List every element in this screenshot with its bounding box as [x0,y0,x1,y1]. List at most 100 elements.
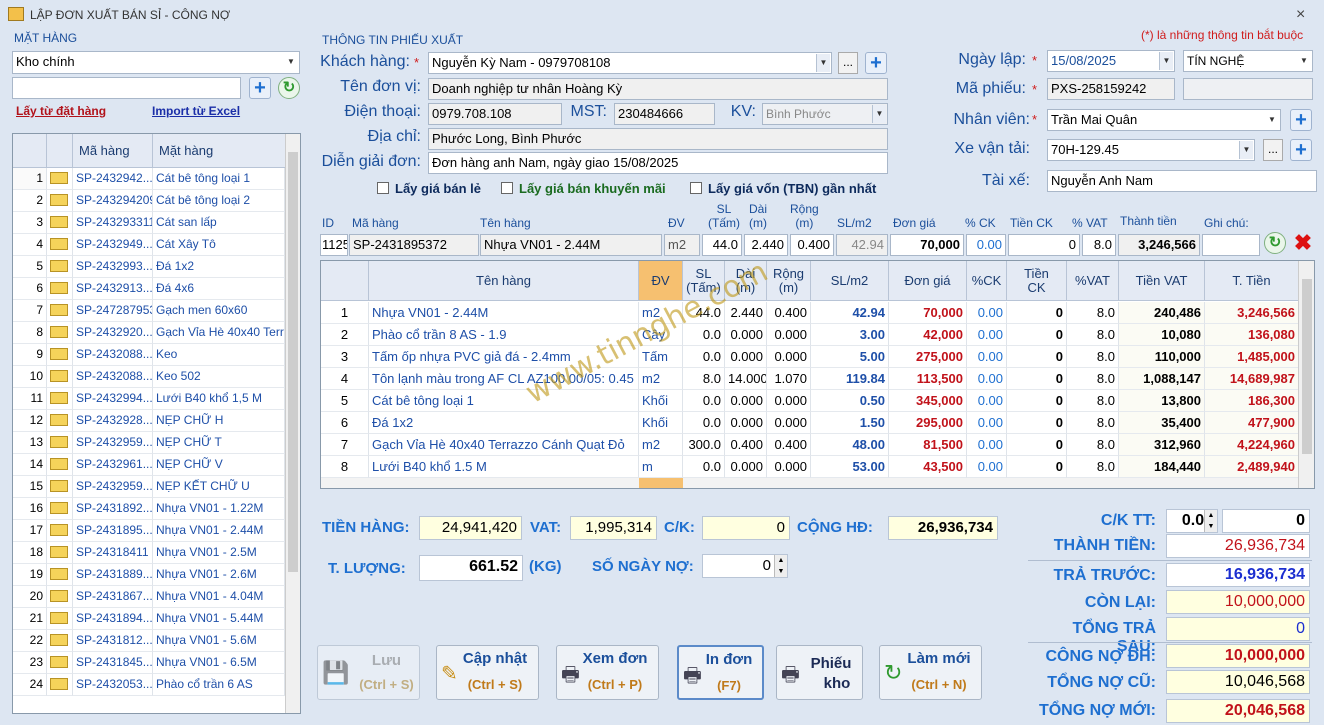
warehouse-select[interactable]: Kho chính ▼ [12,51,300,74]
table-row[interactable]: 24 SP-2432053... Phào cổ trần 6 AS [13,674,285,696]
driver-field[interactable]: Nguyễn Anh Nam [1047,170,1317,192]
table-row[interactable]: 8 SP-2432920... Gạch Vỉa Hè 40x40 Terraz… [13,322,285,344]
items-column-header[interactable]: Tiền VAT [1119,261,1205,301]
table-row[interactable]: 21 SP-2431894... Nhựa VN01 - 5.44M [13,608,285,630]
entry-discount-amount-field[interactable]: 0 [1008,234,1080,256]
view-order-button[interactable]: 🖶 Xem đơn (Ctrl + P) [556,645,659,700]
branch-select[interactable]: TÍN NGHỆ ▼ [1183,50,1313,72]
add-product-icon[interactable]: + [249,77,271,99]
payment-summary-value[interactable]: 10,000,000 [1166,644,1310,668]
entry-discount-field[interactable]: 0.00 [966,234,1006,256]
table-row[interactable]: 7 Gạch Vỉa Hè 40x40 Terrazzo Cánh Quạt Đỏ… [321,434,1299,456]
table-row[interactable]: 13 SP-2432959... NẸP CHỮ T [13,432,285,454]
save-button[interactable]: 💾 Lưu (Ctrl + S) [317,645,420,700]
refresh-item-icon[interactable]: ↻ [1264,232,1286,254]
entry-length-field[interactable]: 2.440 [744,234,788,256]
table-row[interactable]: 4 Tôn lạnh màu trong AF CL AZ100 00/05: 0… [321,368,1299,390]
items-column-header[interactable]: T. Tiền [1205,261,1299,301]
entry-width-field[interactable]: 0.400 [790,234,834,256]
date-picker[interactable]: 15/08/2025 ▼ [1047,50,1175,72]
add-staff-icon[interactable]: + [1290,109,1312,131]
table-row[interactable]: 7 SP-247287953 Gạch men 60x60 [13,300,285,322]
add-customer-icon[interactable]: + [865,52,887,74]
promo-price-checkbox[interactable] [501,182,513,194]
table-row[interactable]: 22 SP-2431812... Nhựa VN01 - 5.6M [13,630,285,652]
table-row[interactable]: 4 SP-2432949... Cát Xây Tô [13,234,285,256]
entry-unit-field[interactable]: m2 [664,234,700,256]
scrollbar-thumb[interactable] [288,152,298,572]
new-button[interactable]: ↻ Làm mới (Ctrl + N) [879,645,982,700]
table-row[interactable]: 5 Cát bê tông loại 1 Khối 0.0 0.000 0.000 0.50… [321,390,1299,412]
product-list-scrollbar[interactable] [285,134,300,713]
items-column-header[interactable]: %VAT [1067,261,1119,301]
customer-more-button[interactable]: ... [838,52,858,74]
entry-price-field[interactable]: 70,000 [890,234,964,256]
table-row[interactable]: 16 SP-2431892... Nhựa VN01 - 1.22M [13,498,285,520]
address-field[interactable]: Phước Long, Bình Phước [428,128,888,150]
items-column-header[interactable]: Tiền CK [1007,261,1067,301]
items-column-header[interactable]: Tên hàng [369,261,639,301]
close-icon[interactable]: × [1296,6,1305,24]
unit-field[interactable]: Doanh nghiệp tư nhân Hoàng Kỳ [428,78,888,100]
entry-qty-field[interactable]: 44.0 [702,234,742,256]
entry-m2-field[interactable]: 42.94 [836,234,888,256]
table-row[interactable]: 15 SP-2432959... NẸP KẾT CHỮ U [13,476,285,498]
get-from-order-link[interactable]: Lấy từ đặt hàng [16,104,106,118]
retail-price-checkbox[interactable] [377,182,389,194]
discount-spinner-icon[interactable]: ▲ ▼ [1204,510,1217,532]
slip-code-field[interactable]: PXS-258159242 [1047,78,1175,100]
table-row[interactable]: 2 SP-243294209 Cát bê tông loại 2 [13,190,285,212]
table-row[interactable]: 23 SP-2431845... Nhựa VN01 - 6.5M [13,652,285,674]
table-row[interactable]: 14 SP-2432961... NẸP CHỮ V [13,454,285,476]
table-row[interactable]: 3 SP-243293311 Cát san lấp [13,212,285,234]
table-row[interactable]: 8 Lưới B40 khổ 1.5 Mm 0.0 0.000 0.000 53.00 43… [321,456,1299,478]
print-order-button[interactable]: 🖶 In đơn (F7) [677,645,764,700]
table-row[interactable]: 19 SP-2431889... Nhựa VN01 - 2.6M [13,564,285,586]
debt-days-spinner-icon[interactable]: ▲ ▼ [774,555,787,577]
table-row[interactable]: 18 SP-24318411 Nhựa VN01 - 2.5M [13,542,285,564]
payment-summary-value[interactable]: 26,936,734 [1166,534,1310,558]
table-row[interactable]: 1 Nhựa VN01 - 2.44M m2 44.0 2.440 0.400 42.94 7… [321,302,1299,324]
items-column-header[interactable]: SL/m2 [811,261,889,301]
phone-field[interactable]: 0979.708.108 [428,103,562,125]
column-header-name[interactable]: Mặt hàng [153,134,286,168]
table-row[interactable]: 12 SP-2432928... NẸP CHỮ H [13,410,285,432]
payment-summary-value[interactable]: 10,046,568 [1166,670,1310,694]
entry-total-field[interactable]: 3,246,566 [1118,234,1200,256]
table-row[interactable]: 3 Tấm ốp nhựa PVC giả đá - 2.4mm Tấm 0.0 0.0… [321,346,1299,368]
items-column-header[interactable]: %CK [967,261,1007,301]
entry-note-field[interactable] [1202,234,1260,256]
truck-more-button[interactable]: ... [1263,139,1283,161]
items-scrollbar[interactable] [1298,261,1314,488]
refresh-icon[interactable]: ↻ [278,77,300,99]
new-row[interactable] [321,478,1299,488]
customer-select[interactable]: Nguyễn Kỳ Nam - 0979708108 ▼ [428,52,832,74]
scrollbar-thumb[interactable] [1302,279,1312,454]
table-row[interactable]: 11 SP-2432994... Lưới B40 khổ 1,5 M [13,388,285,410]
payment-summary-value[interactable]: 20,046,568 [1166,699,1310,723]
tax-field[interactable]: 230484666 [614,103,715,125]
payment-summary-value[interactable]: 0 [1166,617,1310,641]
area-select[interactable]: Bình Phước ▼ [762,103,888,125]
update-button[interactable]: ✎ Cập nhật (Ctrl + S) [436,645,539,700]
warehouse-slip-button[interactable]: 🖶 Phiếu kho [776,645,863,700]
items-column-header[interactable]: ĐV [639,261,683,301]
payment-summary-value[interactable]: 10,000,000 [1166,590,1310,614]
delete-item-icon[interactable]: ✖ [1292,232,1314,254]
truck-select[interactable]: 70H-129.45 ▼ [1047,139,1255,161]
column-header-code[interactable]: Mã hàng [73,134,153,168]
table-row[interactable]: 5 SP-2432993... Đá 1x2 [13,256,285,278]
slip-extra-field[interactable] [1183,78,1313,100]
table-row[interactable]: 10 SP-2432088... Keo 502 [13,366,285,388]
payment-summary-value[interactable]: 0 [1222,509,1310,533]
entry-vat-field[interactable]: 8.0 [1082,234,1116,256]
payment-summary-value[interactable]: 16,936,734 [1166,563,1310,587]
table-row[interactable]: 9 SP-2432088... Keo [13,344,285,366]
discount-value[interactable]: 0 [702,516,790,540]
add-truck-icon[interactable]: + [1290,139,1312,161]
order-note-field[interactable]: Đơn hàng anh Nam, ngày giao 15/08/2025 [428,152,888,174]
entry-code-field[interactable]: SP-2431895372 [349,234,479,256]
import-excel-link[interactable]: Import từ Excel [152,104,240,118]
table-row[interactable]: 20 SP-2431867... Nhựa VN01 - 4.04M [13,586,285,608]
table-row[interactable]: 17 SP-2431895... Nhựa VN01 - 2.44M [13,520,285,542]
